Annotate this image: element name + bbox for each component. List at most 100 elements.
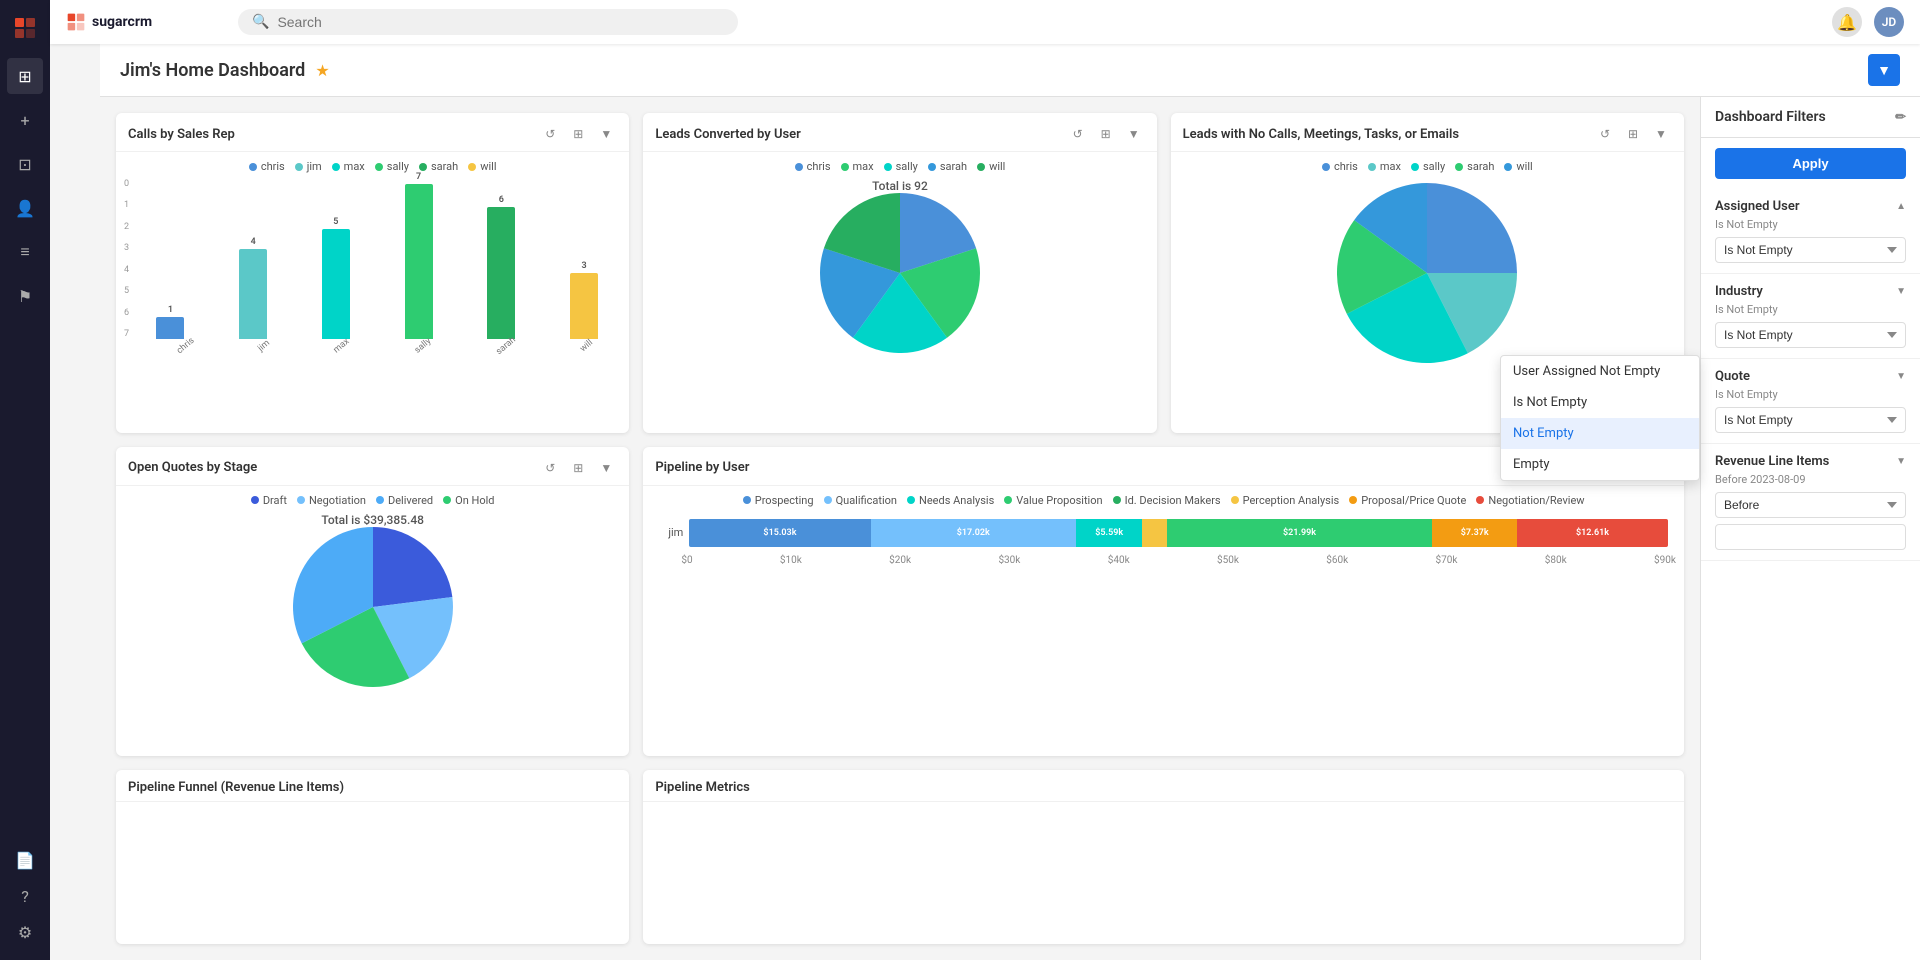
sidebar-item-menu[interactable]: ≡ bbox=[7, 234, 43, 270]
widget-leads-converted: Leads Converted by User ↺ ⊞ ▼ chris max … bbox=[643, 113, 1156, 433]
sidebar: ⊞ + ⊡ 👤 ≡ ⚑ 📄 ? ⚙ bbox=[0, 0, 50, 960]
search-input[interactable] bbox=[277, 14, 724, 30]
widget-body-metrics bbox=[643, 802, 1684, 944]
pie-chart-nocalls bbox=[1337, 183, 1517, 363]
pipeline-bar-jim: $15.03k $17.02k $5.59k $21.99k $7.37k $1… bbox=[689, 519, 1668, 547]
filter-title-revenue: Revenue Line Items bbox=[1715, 454, 1829, 469]
search-icon: 🔍 bbox=[252, 14, 269, 30]
chevron-up-icon: ▲ bbox=[1896, 201, 1906, 212]
widget-title-pipeline: Pipeline by User bbox=[655, 460, 1588, 475]
refresh-icon-leads[interactable]: ↺ bbox=[1067, 123, 1089, 145]
notification-icon[interactable]: 🔔 bbox=[1832, 7, 1862, 37]
topbar: sugarcrm 🔍 🔔 JD bbox=[50, 0, 1920, 44]
chart-legend-nocalls: chris max sally sarah will bbox=[1322, 160, 1533, 173]
topbar-logo: sugarcrm bbox=[66, 12, 226, 32]
sidebar-item-add[interactable]: + bbox=[7, 102, 43, 138]
pie-total-leads: Total is 92 bbox=[872, 179, 928, 193]
sidebar-item-home[interactable]: ⊞ bbox=[7, 58, 43, 94]
widget-title-metrics: Pipeline Metrics bbox=[655, 780, 1672, 795]
dropdown-overlay: User Assigned Not Empty Is Not Empty Not… bbox=[1500, 355, 1700, 481]
filter-date-revenue[interactable]: 2023-08-09 bbox=[1715, 524, 1906, 550]
chart-legend-leads: chris max sally sarah will bbox=[795, 160, 1006, 173]
sidebar-item-flag[interactable]: ⚑ bbox=[7, 278, 43, 314]
refresh-icon-quotes[interactable]: ↺ bbox=[539, 457, 561, 479]
sidebar-item-help[interactable]: ? bbox=[7, 878, 43, 914]
table-icon-calls[interactable]: ⊞ bbox=[567, 123, 589, 145]
filter-icon-quotes[interactable]: ▼ bbox=[595, 457, 617, 479]
sidebar-item-person[interactable]: 👤 bbox=[7, 190, 43, 226]
widget-body-funnel bbox=[116, 802, 629, 944]
x-axis-labels-calls: chris jim max sally sarah will bbox=[124, 341, 621, 351]
filter-icon-calls[interactable]: ▼ bbox=[595, 123, 617, 145]
widget-header-funnel: Pipeline Funnel (Revenue Line Items) bbox=[116, 770, 629, 802]
filter-button[interactable]: ▼ bbox=[1868, 54, 1900, 86]
table-icon-nocalls[interactable]: ⊞ bbox=[1622, 123, 1644, 145]
widget-header-leads: Leads Converted by User ↺ ⊞ ▼ bbox=[643, 113, 1156, 152]
page-title: Jim's Home Dashboard bbox=[120, 60, 305, 81]
widget-title-nocalls: Leads with No Calls, Meetings, Tasks, or… bbox=[1183, 127, 1588, 142]
widget-body-pipeline: Prospecting Qualification Needs Analysis… bbox=[643, 486, 1684, 757]
filter-subtitle-revenue: Before 2023-08-09 bbox=[1715, 473, 1906, 486]
dropdown-item-user-not-empty[interactable]: User Assigned Not Empty bbox=[1501, 356, 1699, 387]
dropdown-item-is-not-empty[interactable]: Is Not Empty bbox=[1501, 387, 1699, 418]
filter-section-header-quote[interactable]: Quote ▼ bbox=[1715, 369, 1906, 384]
star-icon[interactable]: ★ bbox=[315, 61, 329, 80]
filter-icon-leads[interactable]: ▼ bbox=[1123, 123, 1145, 145]
sidebar-item-settings[interactable]: ⚙ bbox=[7, 914, 43, 950]
filter-section-industry: Industry ▼ Is Not Empty Is Not Empty Is … bbox=[1701, 274, 1920, 359]
pie-total-quotes: Total is $39,385.48 bbox=[321, 513, 424, 527]
filter-panel-title: Dashboard Filters bbox=[1715, 109, 1826, 125]
filter-select-quote[interactable]: Is Not Empty Is Empty Equals bbox=[1715, 407, 1906, 433]
sidebar-item-docs[interactable]: 📄 bbox=[7, 842, 43, 878]
dashboard-area: Calls by Sales Rep ↺ ⊞ ▼ chris jim max s… bbox=[100, 97, 1920, 960]
chevron-down-icon-revenue: ▼ bbox=[1896, 456, 1906, 467]
filter-section-assigned-user: Assigned User ▲ Is Not Empty Is Not Empt… bbox=[1701, 189, 1920, 274]
search-bar[interactable]: 🔍 bbox=[238, 9, 738, 35]
refresh-icon-calls[interactable]: ↺ bbox=[539, 123, 561, 145]
widget-pipeline-metrics: Pipeline Metrics bbox=[643, 770, 1684, 944]
filter-title-quote: Quote bbox=[1715, 369, 1750, 384]
sidebar-item-grid[interactable]: ⊡ bbox=[7, 146, 43, 182]
chart-legend-calls: chris jim max sally sarah will bbox=[249, 160, 497, 173]
bar-chart-calls: 76543210 1 4 5 bbox=[124, 179, 621, 339]
pie-chart-leads bbox=[820, 193, 980, 353]
widget-title-quotes: Open Quotes by Stage bbox=[128, 460, 533, 475]
filter-section-header-revenue[interactable]: Revenue Line Items ▼ bbox=[1715, 454, 1906, 469]
widget-body-quotes: Draft Negotiation Delivered On Hold Tota… bbox=[116, 486, 629, 757]
chevron-down-icon-quote: ▼ bbox=[1896, 371, 1906, 382]
app-name: sugarcrm bbox=[92, 14, 152, 30]
bar-max: 5 bbox=[299, 217, 374, 339]
chart-legend-pipeline: Prospecting Qualification Needs Analysis… bbox=[743, 494, 1585, 507]
page-header: Jim's Home Dashboard ★ ▼ bbox=[100, 44, 1920, 97]
widget-header-metrics: Pipeline Metrics bbox=[643, 770, 1684, 802]
filter-icon: ▼ bbox=[1877, 62, 1891, 79]
dropdown-item-empty[interactable]: Empty bbox=[1501, 449, 1699, 480]
widget-body-calls: chris jim max sally sarah will 76543210 bbox=[116, 152, 629, 433]
filter-edit-icon[interactable]: ✏ bbox=[1895, 110, 1906, 125]
widget-pipeline-user: Pipeline by User ↺ ⊞ ▼ Prospecting Quali… bbox=[643, 447, 1684, 757]
filter-section-quote: Quote ▼ Is Not Empty Is Not Empty Is Emp… bbox=[1701, 359, 1920, 444]
filter-select-industry[interactable]: Is Not Empty Is Empty Equals bbox=[1715, 322, 1906, 348]
filter-section-header-industry[interactable]: Industry ▼ bbox=[1715, 284, 1906, 299]
sidebar-logo[interactable] bbox=[7, 10, 43, 46]
bar-will: 3 bbox=[547, 261, 622, 339]
table-icon-quotes[interactable]: ⊞ bbox=[567, 457, 589, 479]
widget-header-calls: Calls by Sales Rep ↺ ⊞ ▼ bbox=[116, 113, 629, 152]
refresh-icon-nocalls[interactable]: ↺ bbox=[1594, 123, 1616, 145]
topbar-right: 🔔 JD bbox=[1832, 7, 1904, 37]
filter-select-assigned[interactable]: Is Not Empty Is Empty Equals Not Equals bbox=[1715, 237, 1906, 263]
filter-section-revenue: Revenue Line Items ▼ Before 2023-08-09 B… bbox=[1701, 444, 1920, 561]
table-icon-leads[interactable]: ⊞ bbox=[1095, 123, 1117, 145]
x-axis-pipeline: $0$10k$20k$30k$40k$50k$60k$70k$80k$90k bbox=[651, 555, 1676, 566]
filter-icon-nocalls[interactable]: ▼ bbox=[1650, 123, 1672, 145]
filter-select-revenue[interactable]: Before After On Between bbox=[1715, 492, 1906, 518]
dropdown-item-not-empty[interactable]: Not Empty bbox=[1501, 418, 1699, 449]
filter-subtitle-quote: Is Not Empty bbox=[1715, 388, 1906, 401]
apply-button[interactable]: Apply bbox=[1715, 148, 1906, 179]
filter-panel: Dashboard Filters ✏ Apply Assigned User … bbox=[1700, 97, 1920, 960]
filter-section-header-assigned[interactable]: Assigned User ▲ bbox=[1715, 199, 1906, 214]
user-avatar[interactable]: JD bbox=[1874, 7, 1904, 37]
bar-chart-inner-calls: 1 4 5 7 bbox=[133, 179, 621, 339]
filter-select-wrapper-assigned: Is Not Empty Is Empty Equals Not Equals bbox=[1715, 237, 1906, 263]
widget-body-leads: chris max sally sarah will Total is 92 bbox=[643, 152, 1156, 433]
